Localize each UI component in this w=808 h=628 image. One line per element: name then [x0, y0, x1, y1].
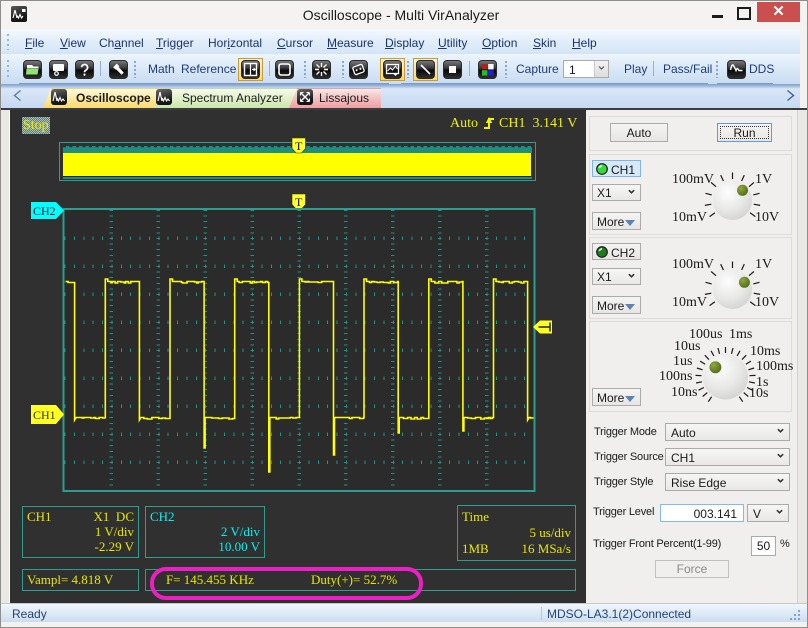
svg-text:CH1: CH1: [33, 408, 56, 422]
svg-text:T: T: [295, 139, 303, 153]
svg-text:CH2: CH2: [33, 204, 56, 218]
svg-text:T: T: [295, 195, 303, 209]
